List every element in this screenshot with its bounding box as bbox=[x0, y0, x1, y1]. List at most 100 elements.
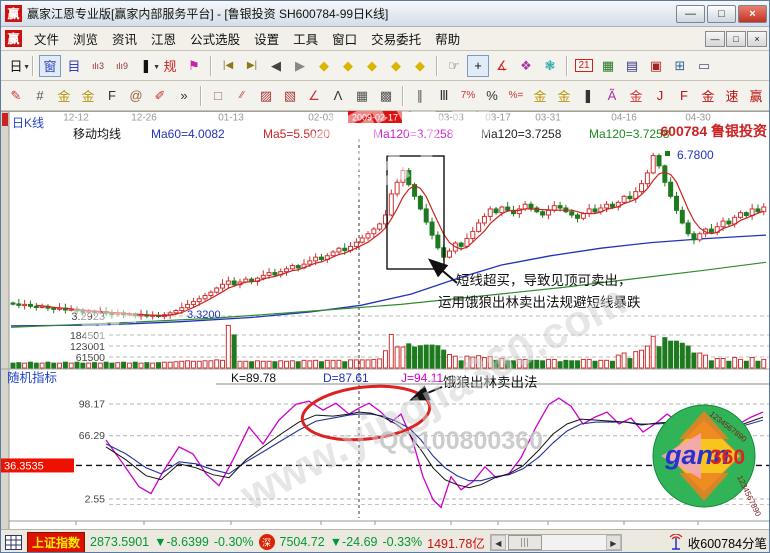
formula-manager-icon[interactable]: 规 bbox=[159, 55, 181, 77]
formula-manager-icon-glyph: 规 bbox=[163, 56, 176, 75]
percent-hist-icon[interactable]: Ⅲ bbox=[433, 85, 455, 107]
mdi-minimize-button[interactable]: — bbox=[705, 31, 725, 47]
quote-grid-icon[interactable] bbox=[5, 535, 22, 550]
stream-status-text[interactable]: 收600784分笔 bbox=[688, 533, 767, 552]
application-window: 赢 赢家江恩专业版[赢家内部服务平台] - [鲁银投资 SH600784-99日… bbox=[0, 0, 770, 553]
candle-style-icon[interactable]: ❚▼ bbox=[135, 55, 157, 77]
shrink-diamond-icon[interactable]: ◆ bbox=[385, 55, 407, 77]
parallel-lines-icon[interactable]: ∥ bbox=[409, 85, 431, 107]
minute3-chart-icon[interactable]: ılı3 bbox=[87, 55, 109, 77]
save-icon[interactable]: ▣ bbox=[645, 55, 667, 77]
first-bar-icon[interactable]: |◀ bbox=[217, 55, 239, 77]
print-icon[interactable]: ▭ bbox=[693, 55, 715, 77]
date-label: 12-26 bbox=[131, 113, 157, 124]
zoom-out-diamond-icon[interactable]: ◆ bbox=[313, 55, 335, 77]
grid-tool-icon[interactable]: # bbox=[29, 85, 51, 107]
percent7-icon[interactable]: 7% bbox=[457, 85, 479, 107]
mdi-close-button[interactable]: × bbox=[747, 31, 767, 47]
info-panel-icon-glyph: 目 bbox=[67, 56, 80, 75]
chart-canvas[interactable]: 12-1212-2601-1302-032009-02-1703-0303-17… bbox=[1, 111, 770, 529]
grid-tool-icon-glyph: # bbox=[36, 88, 43, 103]
menu-item-9[interactable]: 帮助 bbox=[428, 27, 467, 50]
calendar-icon-glyph: 21 bbox=[575, 59, 592, 72]
chart-window-icon[interactable]: 窗 bbox=[39, 55, 61, 77]
gold-grid2-icon[interactable]: 金 bbox=[77, 85, 99, 107]
calendar-icon[interactable]: 21 bbox=[573, 55, 595, 77]
fan-lines-icon[interactable]: ∕∕ bbox=[231, 85, 253, 107]
scroll-left-icon[interactable]: ◀ bbox=[491, 535, 506, 550]
spiral-tool-icon[interactable]: @ bbox=[125, 85, 147, 107]
menu-item-5[interactable]: 设置 bbox=[247, 27, 286, 50]
angle-j-icon[interactable]: J bbox=[649, 85, 671, 107]
candle-edit-icon[interactable]: ❚ bbox=[577, 85, 599, 107]
grid-box-icon[interactable]: ▩ bbox=[375, 85, 397, 107]
marker-pen-icon[interactable]: ✐ bbox=[149, 85, 171, 107]
percent-eq-icon[interactable]: %= bbox=[505, 85, 527, 107]
hand-tool-icon[interactable]: ☞ bbox=[443, 55, 465, 77]
index1-badge[interactable]: 上证指数 bbox=[27, 532, 85, 553]
prev-bar-icon[interactable]: ◀ bbox=[265, 55, 287, 77]
fine-grid-icon[interactable]: ▦ bbox=[351, 85, 373, 107]
menu-item-8[interactable]: 交易委托 bbox=[364, 27, 428, 50]
wave-a-icon[interactable]: Ã bbox=[601, 85, 623, 107]
zoom-in-diamond-icon[interactable]: ◆ bbox=[337, 55, 359, 77]
high-price-label: 6.7800 bbox=[677, 148, 714, 162]
fib-tool-icon[interactable]: F bbox=[101, 85, 123, 107]
next-bar-icon[interactable]: ▶ bbox=[289, 55, 311, 77]
angle-win-icon[interactable]: 赢 bbox=[745, 85, 767, 107]
minimize-button[interactable]: — bbox=[676, 5, 705, 23]
angle-gold-icon[interactable]: 金 bbox=[697, 85, 719, 107]
pattern-box2-icon-glyph: ▧ bbox=[284, 88, 296, 104]
zigzag-icon[interactable]: Λ bbox=[327, 85, 349, 107]
status-bar: 上证指数 2873.5901 ▼-8.6399 -0.30% 深 7504.72… bbox=[1, 529, 770, 553]
gold-grid1-icon[interactable]: 金 bbox=[53, 85, 75, 107]
mdi-restore-button[interactable]: □ bbox=[726, 31, 746, 47]
toolbar-separator bbox=[566, 56, 568, 76]
last-bar-icon[interactable]: ▶| bbox=[241, 55, 263, 77]
gold-red-icon[interactable]: 金 bbox=[625, 85, 647, 107]
menu-item-3[interactable]: 江恩 bbox=[144, 27, 183, 50]
menu-item-0[interactable]: 文件 bbox=[27, 27, 66, 50]
minute9-chart-icon[interactable]: ılı9 bbox=[111, 55, 133, 77]
neural-net-icon[interactable]: ❃ bbox=[539, 55, 561, 77]
gold-circle-icon[interactable]: 金 bbox=[529, 85, 551, 107]
more-tools-icon[interactable]: » bbox=[173, 85, 195, 107]
box-tool-icon[interactable]: □ bbox=[207, 85, 229, 107]
horizontal-scrollbar[interactable]: ◀ ▶ bbox=[490, 534, 622, 551]
menu-item-2[interactable]: 资讯 bbox=[105, 27, 144, 50]
pattern-box2-icon[interactable]: ▧ bbox=[279, 85, 301, 107]
close-button[interactable]: × bbox=[738, 5, 767, 23]
export-data-icon[interactable]: ⊞ bbox=[669, 55, 691, 77]
dropdown-arrow-icon[interactable]: ▼ bbox=[23, 64, 30, 71]
info-panel-icon[interactable]: 目 bbox=[63, 55, 85, 77]
scrollbar-thumb[interactable] bbox=[508, 535, 542, 550]
percent-icon[interactable]: % bbox=[481, 85, 503, 107]
gann-box-icon[interactable]: ❖ bbox=[515, 55, 537, 77]
index2-value: 7504.72 bbox=[280, 535, 325, 549]
calculator-icon[interactable]: ▦ bbox=[597, 55, 619, 77]
scroll-right-icon[interactable]: ▶ bbox=[606, 535, 621, 550]
angle-speed-icon[interactable]: 速 bbox=[721, 85, 743, 107]
gold-line-icon[interactable]: 金 bbox=[553, 85, 575, 107]
shenzhen-index-icon[interactable]: 深 bbox=[259, 534, 275, 550]
angle-lines-icon[interactable]: ∠ bbox=[303, 85, 325, 107]
minute9-chart-icon-glyph: ılı9 bbox=[116, 61, 128, 71]
fit-diamond-icon[interactable]: ◆ bbox=[409, 55, 431, 77]
angle-tool-icon[interactable]: ∡ bbox=[491, 55, 513, 77]
kline-period-icon[interactable]: 日▼ bbox=[5, 55, 27, 77]
kline-period-icon-glyph: 日 bbox=[9, 56, 22, 75]
crosshair-tool-icon[interactable]: + bbox=[467, 55, 489, 77]
menu-item-6[interactable]: 工具 bbox=[286, 27, 325, 50]
menu-item-4[interactable]: 公式选股 bbox=[183, 27, 247, 50]
hand-tool-icon-glyph: ☞ bbox=[448, 58, 460, 74]
maximize-button[interactable]: □ bbox=[707, 5, 736, 23]
menu-item-7[interactable]: 窗口 bbox=[325, 27, 364, 50]
menu-item-1[interactable]: 浏览 bbox=[66, 27, 105, 50]
expand-diamond-icon[interactable]: ◆ bbox=[361, 55, 383, 77]
flag-mark-icon[interactable]: ⚑ bbox=[183, 55, 205, 77]
pattern-box1-icon[interactable]: ▨ bbox=[255, 85, 277, 107]
toolbar-separator bbox=[200, 86, 202, 106]
draw-pen-icon[interactable]: ✎ bbox=[5, 85, 27, 107]
notes-icon[interactable]: ▤ bbox=[621, 55, 643, 77]
angle-f-icon[interactable]: F bbox=[673, 85, 695, 107]
